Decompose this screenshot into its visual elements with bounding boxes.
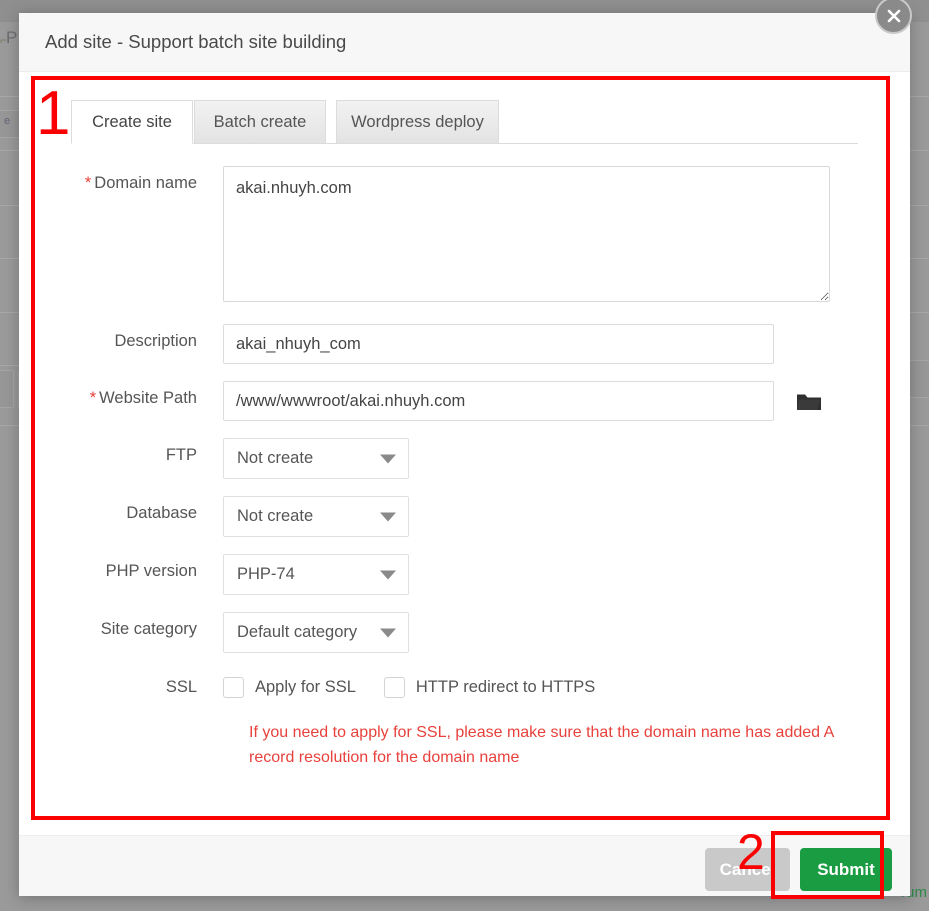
label-text: PHP version — [105, 562, 197, 580]
checkbox-http-redirect-https[interactable]: HTTP redirect to HTTPS — [383, 676, 596, 698]
site-category-select[interactable]: Default category — [223, 612, 409, 653]
close-icon — [887, 9, 900, 22]
field-database: Not create — [223, 496, 409, 537]
form-row-ssl: SSL Apply for SSL HTTP redirect to HTTPS — [19, 670, 910, 704]
form-row-website-path: * Website Path — [19, 381, 910, 421]
label-description: Description — [19, 324, 223, 358]
tab-label: Wordpress deploy — [351, 112, 484, 131]
create-site-form: *Domain name Description — [19, 144, 910, 771]
background-tick-mark: ⌐ — [0, 33, 8, 47]
checkbox-box[interactable] — [223, 676, 244, 698]
checkbox-label: HTTP redirect to HTTPS — [415, 677, 596, 696]
ftp-select[interactable]: Not create — [223, 438, 409, 479]
label-text: SSL — [165, 678, 197, 696]
chevron-down-icon — [380, 454, 396, 463]
dialog-title: Add site - Support batch site building — [45, 31, 347, 52]
checkbox-box[interactable] — [383, 676, 405, 698]
label-text: Database — [126, 504, 197, 522]
label-site-category: Site category — [19, 612, 223, 646]
label-text: Description — [114, 332, 197, 350]
tab-create-site[interactable]: Create site — [71, 100, 193, 144]
database-select[interactable]: Not create — [223, 496, 409, 537]
label-database: Database — [19, 496, 223, 530]
cancel-button[interactable]: Cancel — [705, 848, 790, 891]
description-input[interactable] — [223, 324, 774, 364]
background-cell — [908, 360, 929, 398]
form-row-description: Description — [19, 324, 910, 364]
dialog-header: Add site - Support batch site building — [19, 13, 910, 72]
background-cell — [0, 370, 14, 408]
tab-bar: Create site Batch create Wordpress deplo… — [71, 100, 858, 144]
background-letter: P — [6, 28, 18, 47]
checkbox-label: Apply for SSL — [255, 677, 356, 696]
field-ftp: Not create — [223, 438, 409, 479]
chevron-down-icon — [380, 512, 396, 521]
php-version-select-value: PHP-74 — [237, 565, 295, 583]
website-path-input[interactable] — [223, 381, 774, 421]
chevron-down-icon — [380, 628, 396, 637]
required-asterisk: * — [89, 389, 97, 407]
add-site-dialog: Add site - Support batch site building C… — [19, 13, 910, 896]
database-select-value: Not create — [237, 507, 314, 525]
submit-button[interactable]: Submit — [800, 848, 892, 891]
tab-label: Batch create — [213, 112, 307, 131]
form-row-php-version: PHP version PHP-74 — [19, 554, 910, 595]
domain-name-input[interactable] — [223, 166, 830, 302]
label-text: Website Path — [99, 389, 197, 407]
field-description — [223, 324, 774, 364]
dialog-footer: Cancel Submit — [19, 835, 910, 896]
php-version-select[interactable]: PHP-74 — [223, 554, 409, 595]
tab-batch-create[interactable]: Batch create — [194, 100, 326, 144]
required-asterisk: * — [84, 174, 92, 192]
label-website-path: * Website Path — [19, 381, 223, 415]
label-php-version: PHP version — [19, 554, 223, 588]
field-domain-name — [223, 166, 830, 307]
page-root: P ⌐ e ? | · · | | ‥ | rum Add site - Sup… — [0, 0, 929, 911]
label-ssl: SSL — [19, 670, 223, 704]
site-category-select-value: Default category — [237, 623, 358, 641]
field-site-category: Default category — [223, 612, 409, 653]
checkbox-apply-for-ssl[interactable]: Apply for SSL — [223, 676, 356, 698]
background-label: e — [4, 115, 11, 127]
form-row-domain-name: * Domain name — [19, 166, 910, 307]
tab-wordpress-deploy[interactable]: Wordpress deploy — [336, 100, 499, 144]
tab-label: Create site — [92, 112, 172, 131]
field-website-path — [223, 381, 827, 421]
ftp-select-value: Not create — [237, 449, 314, 467]
label-ftp: FTP — [19, 438, 223, 472]
ssl-warning-text: If you need to apply for SSL, please mak… — [249, 724, 834, 766]
form-row-database: Database Not create — [19, 496, 910, 537]
dialog-body: Create site Batch create Wordpress deplo… — [19, 72, 910, 835]
label-text: Site category — [100, 620, 197, 638]
folder-icon[interactable] — [791, 381, 827, 421]
label-text: FTP — [165, 446, 197, 464]
chevron-down-icon — [380, 570, 396, 579]
field-php-version: PHP-74 — [223, 554, 409, 595]
field-ssl: Apply for SSL HTTP redirect to HTTPS — [223, 670, 623, 704]
form-row-site-category: Site category Default category — [19, 612, 910, 653]
label-domain-name: * Domain name — [19, 166, 223, 200]
label-text: Domain name — [94, 174, 197, 192]
form-row-ftp: FTP Not create — [19, 438, 910, 479]
